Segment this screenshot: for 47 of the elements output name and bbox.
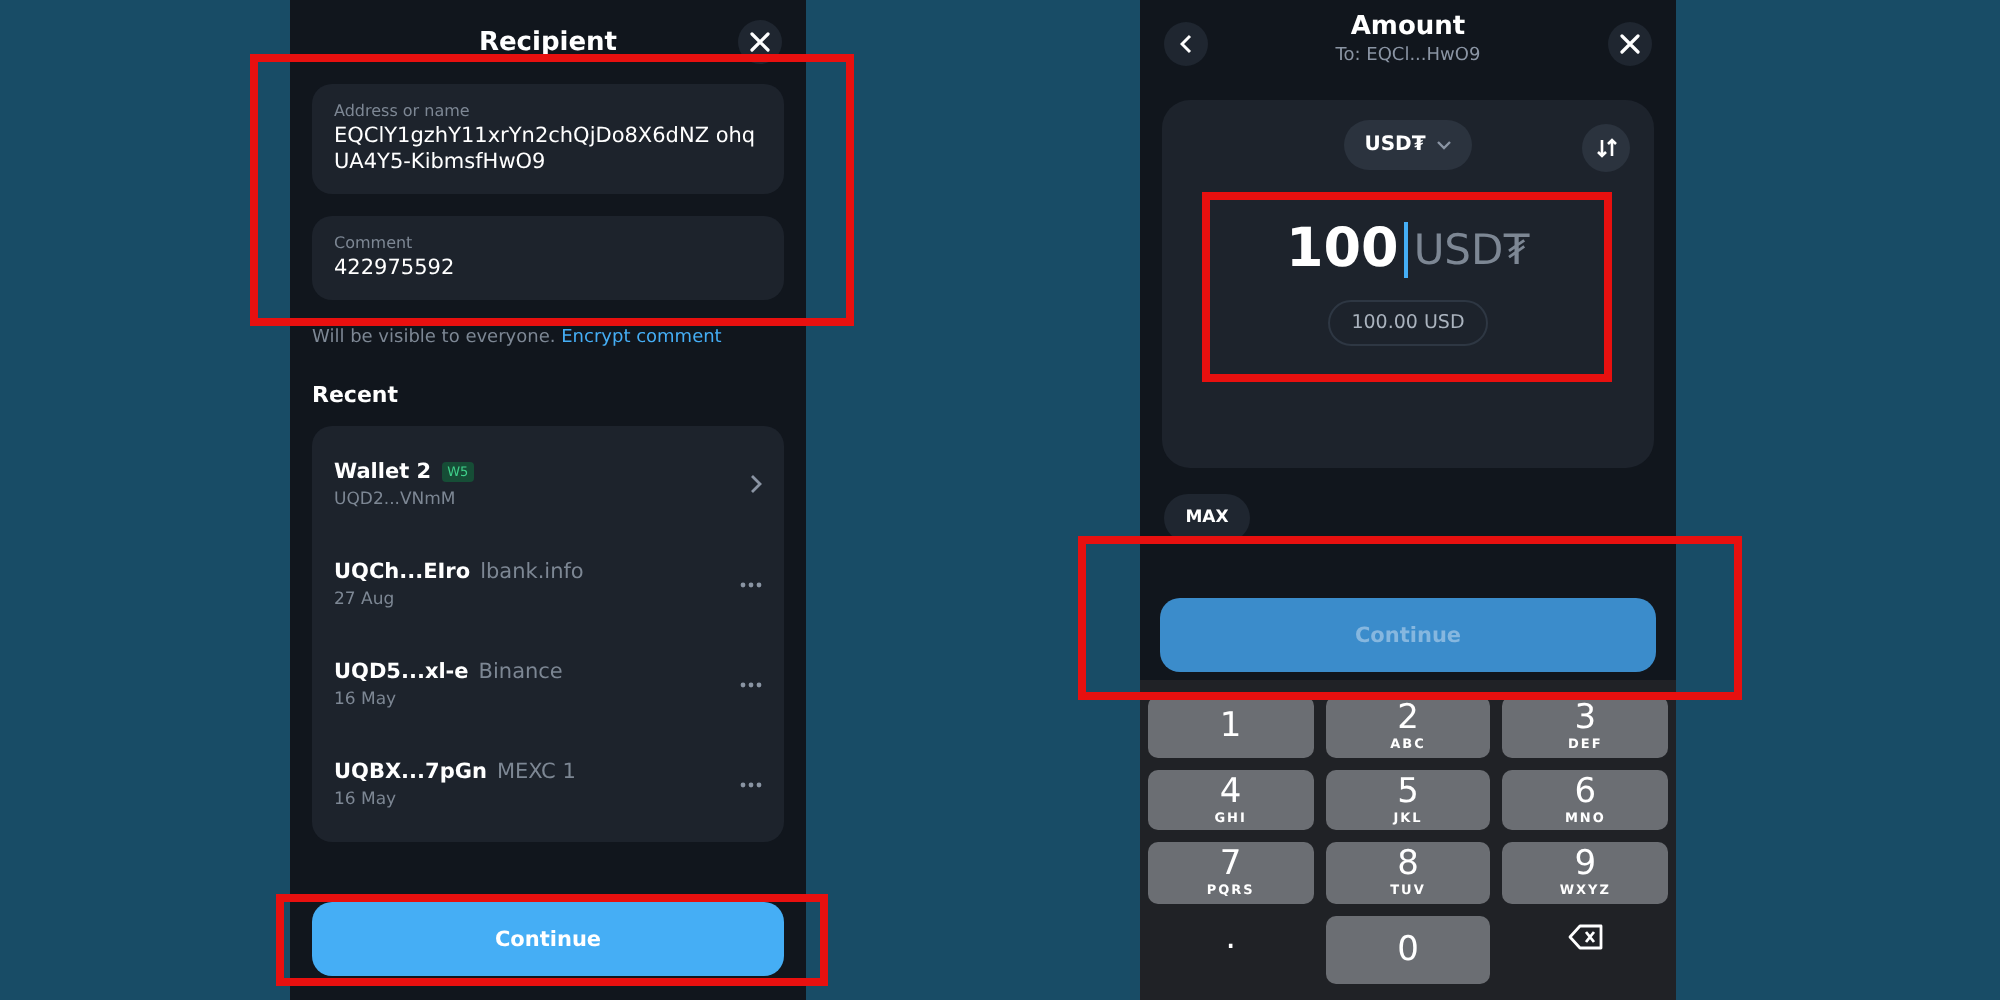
item-tag: Binance — [478, 659, 563, 683]
item-name: UQCh...EIro — [334, 559, 471, 583]
amount-unit: USD₮ — [1413, 225, 1531, 273]
address-field[interactable]: Address or name EQClY1gzhY11xrYn2chQjDo8X6dNZ ohqUA4Y5-KibmsfHwO9 — [312, 84, 784, 194]
field-label: Address or name — [334, 102, 472, 120]
chevron-right-icon — [750, 474, 762, 494]
item-name: Wallet 2 — [334, 459, 432, 483]
section-heading: Recent — [312, 382, 401, 408]
item-subtitle: UQD2...VNmM — [334, 489, 458, 509]
close-button[interactable] — [1607, 22, 1652, 66]
swap-arrows-icon — [1595, 138, 1617, 158]
screen-subtitle: To: EQCl...HwO9 — [1335, 46, 1481, 66]
item-subtitle: 27 Aug — [334, 589, 397, 609]
recent-item[interactable]: UQD5...xl-e Binance 16 May — [312, 634, 784, 734]
comment-field[interactable]: Comment 422975592 — [312, 216, 784, 300]
item-tag: MEXC 1 — [496, 759, 576, 783]
more-icon[interactable] — [740, 681, 762, 687]
keypad-key[interactable]: 0 — [1325, 915, 1491, 984]
screen-title: Amount — [1348, 12, 1468, 42]
close-icon — [1619, 34, 1640, 54]
back-button[interactable] — [1164, 22, 1208, 66]
comment-note: Will be visible to everyone. Encrypt comment — [312, 328, 724, 348]
chevron-left-icon — [1180, 34, 1192, 54]
field-value: 422975592 — [334, 256, 457, 282]
decimal-key[interactable]: . — [1148, 915, 1314, 984]
field-value: EQClY1gzhY11xrYn2chQjDo8X6dNZ ohqUA4Y5-KibmsfHwO9 — [334, 124, 758, 176]
more-icon[interactable] — [740, 581, 762, 587]
currency-selector[interactable]: USD₮ — [1344, 120, 1472, 170]
converted-amount: 100.00 USD — [1327, 300, 1489, 346]
recent-item[interactable]: UQCh...EIro lbank.info 27 Aug — [312, 534, 784, 634]
item-name: UQD5...xl-e — [334, 659, 469, 683]
recent-item[interactable]: UQBX...7pGn MEXC 1 16 May — [312, 734, 784, 834]
encrypt-link[interactable]: Encrypt comment — [561, 328, 722, 348]
item-name: UQBX...7pGn — [334, 759, 487, 783]
item-tag: lbank.info — [480, 559, 584, 583]
screen-title: Recipient — [478, 27, 618, 57]
field-label: Comment — [334, 234, 415, 252]
text-cursor — [1404, 221, 1408, 277]
amount-value: 100 — [1285, 218, 1399, 280]
keypad-key[interactable]: 1 — [1148, 696, 1314, 757]
swap-button[interactable] — [1582, 124, 1630, 172]
more-icon[interactable] — [740, 781, 762, 787]
item-subtitle: 16 May — [334, 789, 399, 809]
chevron-down-icon — [1435, 140, 1452, 150]
close-icon — [749, 32, 770, 52]
item-subtitle: 16 May — [334, 689, 399, 709]
backspace-icon — [1567, 924, 1604, 951]
